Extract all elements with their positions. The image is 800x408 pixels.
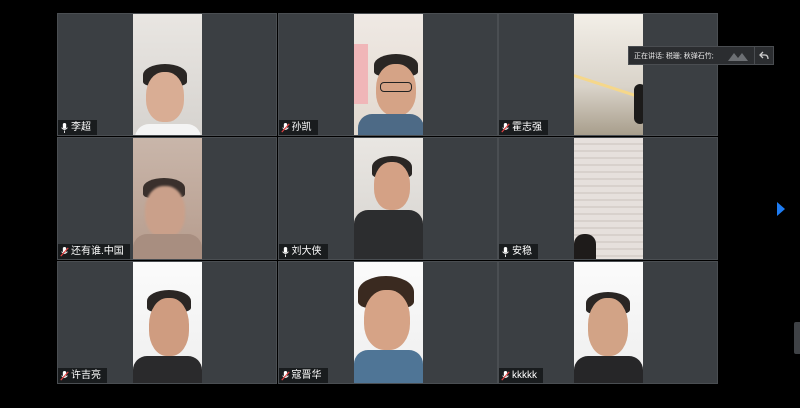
participant-nameplate: 寇晋华	[278, 368, 328, 383]
participant-name: 刘大侠	[291, 246, 322, 257]
participant-name: 李超	[71, 122, 91, 133]
participant-video	[574, 262, 643, 383]
participant-name: 寇晋华	[291, 370, 322, 381]
participant-tile[interactable]: 许吉亮	[57, 261, 277, 384]
participant-video	[574, 138, 643, 259]
participant-nameplate: 孙凯	[278, 120, 318, 135]
participant-nameplate: 李超	[58, 120, 97, 135]
participant-nameplate: 霍志强	[499, 120, 548, 135]
return-button[interactable]	[754, 47, 773, 64]
participant-name: 还有谁.中国	[71, 246, 124, 257]
participant-nameplate: 刘大侠	[278, 244, 328, 259]
speaking-label: 正在讲话: 税珊; 秋弹石竹;	[634, 52, 714, 60]
participant-video	[353, 138, 423, 259]
mic-muted-icon	[280, 370, 290, 381]
participant-video	[353, 262, 423, 383]
side-panel-handle[interactable]	[794, 322, 800, 354]
participant-tile[interactable]: 还有谁.中国	[57, 137, 277, 260]
participant-tile[interactable]: 刘大侠	[277, 137, 498, 260]
participant-video	[133, 262, 202, 383]
mic-icon	[502, 246, 509, 257]
participant-tile[interactable]: 孙凯	[277, 13, 498, 136]
meeting-stage: 李超 孙凯 霍志强 还有谁.中国 刘大侠 安稳 许吉亮 寇晋华 kkkkk 正在…	[0, 0, 800, 408]
mic-muted-icon	[60, 246, 69, 257]
return-icon	[759, 51, 769, 60]
participant-video	[353, 14, 423, 135]
participant-nameplate: 许吉亮	[58, 368, 107, 383]
chevron-right-icon[interactable]	[775, 200, 787, 218]
mic-muted-icon	[60, 370, 69, 381]
video-grid: 李超 孙凯 霍志强 还有谁.中国 刘大侠 安稳 许吉亮 寇晋华 kkkkk	[57, 13, 718, 385]
participant-nameplate: kkkkk	[499, 368, 543, 383]
participant-name: 孙凯	[291, 122, 312, 133]
participant-video	[133, 138, 202, 259]
mic-icon	[281, 246, 289, 257]
participant-nameplate: 还有谁.中国	[58, 244, 130, 259]
participant-tile[interactable]: kkkkk	[498, 261, 718, 384]
mic-muted-icon	[501, 122, 510, 133]
participant-video	[133, 14, 202, 135]
participant-video	[574, 14, 643, 135]
participant-name: 许吉亮	[71, 370, 101, 381]
participant-name: kkkkk	[512, 370, 537, 381]
participant-name: 霍志强	[512, 122, 542, 133]
signal-icon	[728, 52, 748, 61]
speaking-indicator: 正在讲话: 税珊; 秋弹石竹;	[628, 46, 774, 65]
participant-tile[interactable]: 李超	[57, 13, 277, 136]
participant-name: 安稳	[512, 246, 532, 257]
mic-muted-icon	[280, 122, 290, 133]
participant-tile[interactable]: 寇晋华	[277, 261, 498, 384]
mic-muted-icon	[501, 370, 510, 381]
participant-tile[interactable]: 霍志强	[498, 13, 718, 136]
mic-icon	[61, 122, 68, 133]
participant-tile[interactable]: 安稳	[498, 137, 718, 260]
participant-nameplate: 安稳	[499, 244, 538, 259]
